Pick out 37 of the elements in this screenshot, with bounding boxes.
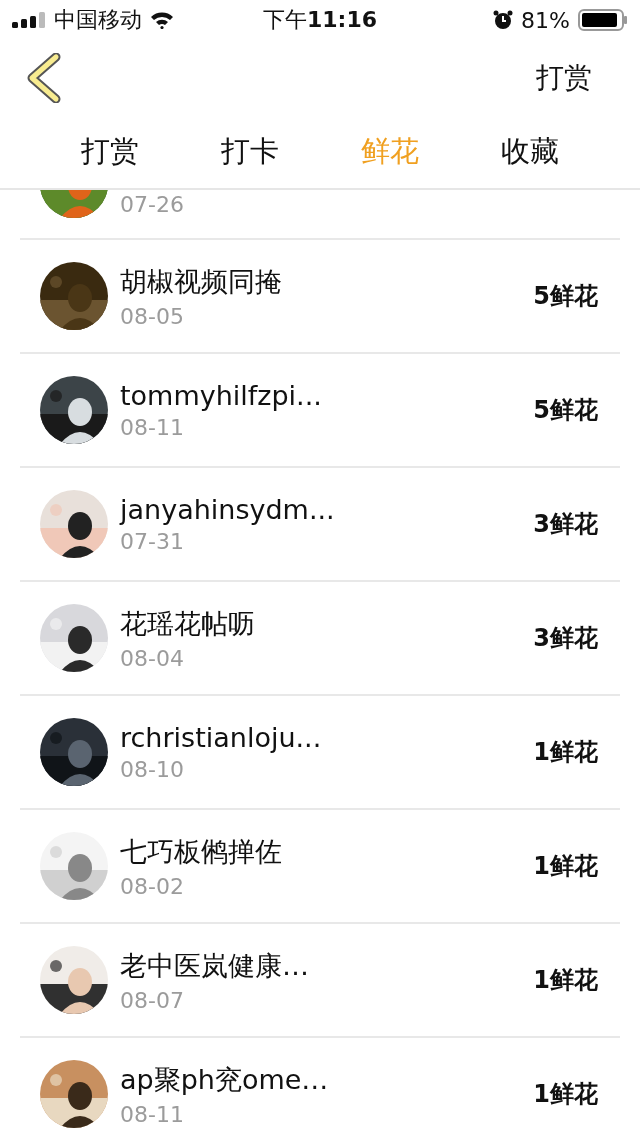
user-name: 胡椒视频同掩: [120, 264, 283, 299]
tab[interactable]: 打卡: [180, 116, 320, 188]
reward-button[interactable]: 打赏: [536, 59, 592, 97]
alarm-icon: [493, 10, 514, 30]
back-icon[interactable]: [26, 53, 62, 103]
user-name: tommyhilfzpi...: [120, 380, 323, 411]
list-date: 08-10: [120, 757, 185, 782]
user-name: janyahinsydm...: [120, 494, 336, 525]
list-date: 08-11: [120, 415, 185, 440]
user-name: rchristianloju...: [120, 722, 323, 753]
flower-count: 3鲜花: [533, 623, 598, 654]
user-name: ap聚ph兖ome…: [120, 1062, 330, 1097]
list-date: 08-11: [120, 1101, 185, 1127]
battery-percent: 81%: [521, 7, 570, 33]
battery-icon: [578, 9, 628, 31]
carrier-name: 中国移动: [54, 6, 142, 34]
list-date: 08-05: [120, 303, 185, 329]
flower-count: 1鲜花: [533, 851, 598, 882]
tab[interactable]: 收藏: [460, 116, 600, 188]
flower-count: 3鲜花: [533, 509, 598, 540]
signal-icon: [12, 12, 46, 28]
list-date: 08-07: [120, 987, 185, 1013]
tab[interactable]: 打赏: [40, 116, 180, 188]
flower-count: 5鲜花: [533, 395, 598, 426]
list-date: 07-26: [119, 191, 184, 217]
flower-count: 5鲜花: [533, 281, 598, 312]
user-name: 老中医岚健康…: [120, 948, 310, 983]
list-date: 07-31: [120, 529, 185, 554]
list-date: 08-04: [120, 645, 185, 671]
flower-count: 1鲜花: [533, 737, 598, 768]
user-name: 七巧板鸺掸佐: [120, 834, 283, 869]
flower-count: 1鲜花: [533, 1079, 598, 1110]
flower-count: 1鲜花: [533, 965, 598, 996]
clock-time: 下午11:16: [263, 6, 377, 34]
list-date: 08-02: [120, 873, 185, 899]
wifi-icon: [150, 11, 174, 29]
user-name: 花瑶花帖呖: [120, 606, 256, 641]
